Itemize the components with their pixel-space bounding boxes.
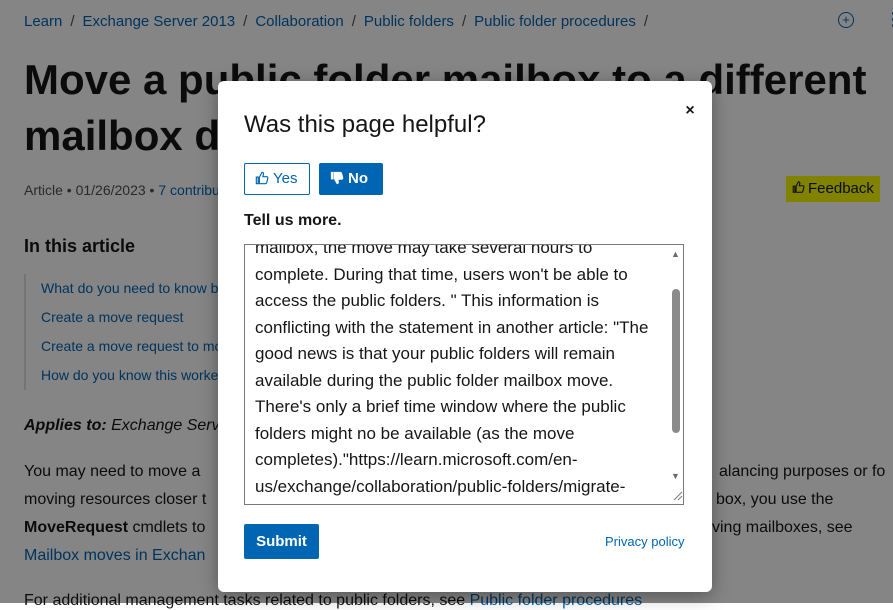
scroll-up-arrow-icon[interactable]: ▲: [671, 249, 680, 259]
privacy-policy-link[interactable]: Privacy policy: [605, 534, 684, 549]
no-button[interactable]: No: [319, 163, 383, 195]
submit-button[interactable]: Submit: [244, 524, 319, 559]
close-button[interactable]: ×: [680, 101, 700, 121]
feedback-textarea[interactable]: mailbox, the move may take several hours…: [244, 244, 684, 505]
scroll-down-arrow-icon[interactable]: ▼: [671, 471, 680, 481]
scrollbar-thumb[interactable]: [672, 289, 680, 433]
thumbs-down-icon: [330, 170, 348, 187]
thumbs-up-icon: [255, 170, 273, 187]
yes-button[interactable]: Yes: [244, 163, 310, 195]
no-label: No: [348, 170, 368, 187]
tell-us-more-label: Tell us more.: [244, 212, 342, 229]
dialog-title: Was this page helpful?: [244, 111, 486, 138]
close-icon: ×: [685, 102, 695, 119]
resize-grip-icon[interactable]: [673, 491, 683, 501]
textarea-scrollbar[interactable]: ▲ ▼: [668, 245, 683, 504]
feedback-dialog: Was this page helpful? × Yes No Tell us …: [218, 81, 712, 592]
feedback-text: mailbox, the move may take several hours…: [255, 244, 649, 496]
yes-label: Yes: [273, 170, 298, 187]
